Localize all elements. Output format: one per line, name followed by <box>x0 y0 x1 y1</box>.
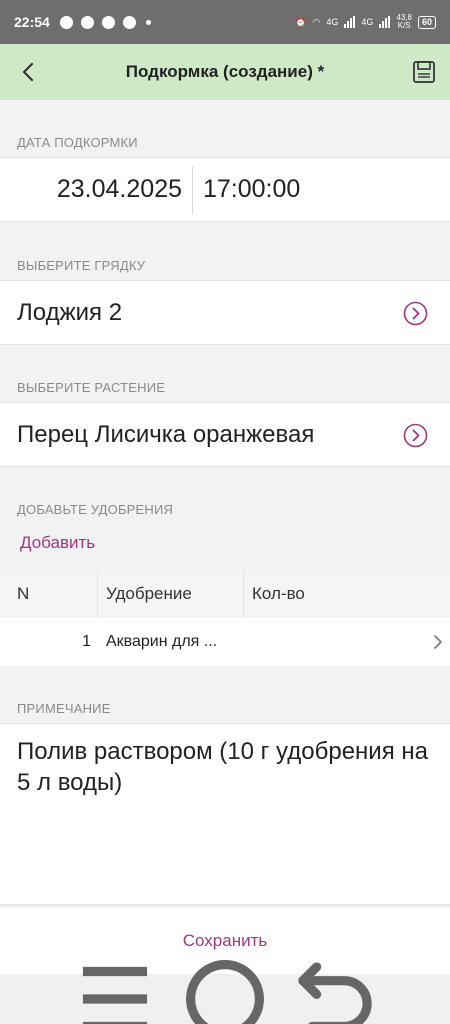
page-title: Подкормка (создание) * <box>125 62 325 81</box>
back-arrow-icon[interactable] <box>14 58 42 86</box>
date-time-field: 23.04.2025 17:00:00 <box>0 157 450 222</box>
shield-notification-icon <box>122 15 136 29</box>
fertilizer-section-label: ДОБАВЬТЕ УДОБРЕНИЯ <box>17 502 174 517</box>
table-row[interactable]: 1 Акварин для ... <box>0 618 450 666</box>
system-navigation-bar <box>0 960 450 1024</box>
bed-value: Лоджия 2 <box>17 298 123 326</box>
note-textarea[interactable]: Полив раствором (10 г удобрения на 5 л в… <box>0 723 450 905</box>
note-section-label: ПРИМЕЧАНИЕ <box>17 701 111 716</box>
bed-section-label: ВЫБЕРИТЕ ГРЯДКУ <box>17 258 146 273</box>
chevron-circle-right-icon <box>403 423 428 448</box>
date-value[interactable]: 23.04.2025 <box>0 175 192 204</box>
recent-apps-icon[interactable] <box>60 944 170 1024</box>
chat-notification-icon <box>101 15 115 29</box>
alarm-icon: ⏰ <box>295 16 307 27</box>
row-fertilizer-name: Акварин для ... <box>106 633 218 650</box>
back-nav-icon[interactable] <box>280 944 390 1024</box>
network-right-label: 4G <box>361 17 374 27</box>
floppy-save-icon[interactable] <box>412 60 436 84</box>
date-section-label: ДАТА ПОДКОРМКИ <box>17 135 138 150</box>
more-notifications-dot <box>145 19 151 25</box>
chevron-right-icon <box>434 635 442 649</box>
row-number: 1 <box>82 633 91 650</box>
status-right: ⏰ ◠ 4G 4G 43,8 K/S 60 <box>295 14 436 30</box>
home-icon[interactable] <box>170 944 280 1024</box>
telegram-notification-icon <box>80 15 94 29</box>
signal-icon-1 <box>344 16 356 28</box>
network-speed: 43,8 K/S <box>396 13 412 30</box>
navigation-notification-icon <box>59 15 73 29</box>
signal-icon-2 <box>379 16 391 28</box>
network-left-label: 4G <box>326 17 339 27</box>
plant-section-label: ВЫБЕРИТЕ РАСТЕНИЕ <box>17 380 166 395</box>
plant-select[interactable]: Перец Лисичка оранжевая <box>0 402 450 467</box>
app-bar: Подкормка (создание) * <box>0 44 450 100</box>
column-header-n: N <box>0 570 98 618</box>
bed-select[interactable]: Лоджия 2 <box>0 280 450 345</box>
time-value[interactable]: 17:00:00 <box>193 175 300 204</box>
plant-value: Перец Лисичка оранжевая <box>17 420 315 448</box>
battery-icon: 60 <box>417 15 436 29</box>
fertilizer-table-header: N Удобрение Кол-во <box>0 570 450 618</box>
column-header-fertilizer: Удобрение <box>98 570 244 618</box>
wifi-icon: ◠ <box>312 16 321 27</box>
status-bar: 22:54 ⏰ ◠ 4G 4G 43,8 K/S 60 <box>0 0 450 44</box>
column-header-quantity: Кол-во <box>252 584 305 603</box>
chevron-circle-right-icon <box>403 301 428 326</box>
add-fertilizer-link[interactable]: Добавить <box>20 533 95 553</box>
status-time: 22:54 <box>14 14 50 30</box>
